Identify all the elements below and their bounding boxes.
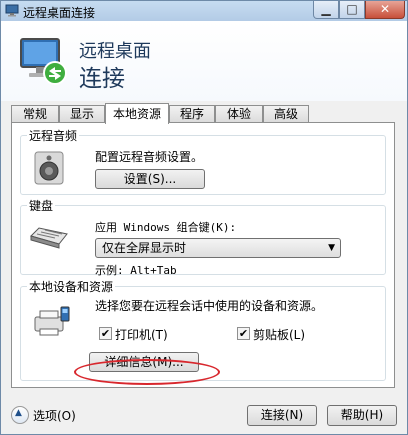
local-devices-description: 选择您要在远程会话中使用的设备和资源。 <box>95 299 324 313</box>
close-button[interactable]: ✕ <box>365 1 405 19</box>
remote-audio-group: 远程音频 配置远程音频设置。 设置(S)... <box>20 127 386 195</box>
checkmark-icon: ✔ <box>238 327 249 340</box>
options-toggle[interactable]: ▲ <box>11 406 29 424</box>
local-resources-panel: 远程音频 配置远程音频设置。 设置(S)... 键盘 应用 Windows 组合… <box>11 122 395 388</box>
dropdown-arrow-icon: ▼ <box>328 243 335 253</box>
clipboard-label: 剪贴板(L) <box>253 328 306 342</box>
maximize-button[interactable]: □ <box>339 1 365 19</box>
close-icon: ✕ <box>379 2 391 16</box>
remote-desktop-window: 远程桌面连接 ▁ □ ✕ 远程桌面 连接 常规 显示 本地资源 程序 体验 高级… <box>0 0 408 435</box>
local-devices-group-label: 本地设备和资源 <box>27 278 116 295</box>
tab-label: 常规 <box>22 107 47 121</box>
chevron-up-icon: ▲ <box>15 408 22 418</box>
details-button[interactable]: 详细信息(M)... <box>89 352 199 372</box>
tab-general[interactable]: 常规 <box>11 105 59 122</box>
tab-label: 高级 <box>273 107 298 121</box>
tab-label: 显示 <box>69 107 94 121</box>
connect-button[interactable]: 连接(N) <box>247 405 317 426</box>
tab-label: 程序 <box>179 107 204 121</box>
keyboard-example: 示例: Alt+Tab <box>95 264 177 277</box>
details-button-label: 详细信息(M)... <box>104 355 184 369</box>
help-button-label: 帮助(H) <box>340 408 384 422</box>
speaker-icon <box>34 151 64 185</box>
keyboard-group: 键盘 应用 Windows 组合键(K): 仅在全屏显示时 ▼ 示例: Alt+… <box>20 197 386 277</box>
title-bar[interactable]: 远程桌面连接 ▁ □ ✕ <box>1 1 407 21</box>
minimize-button[interactable]: ▁ <box>313 1 339 19</box>
keyboard-combo-value: 仅在全屏显示时 <box>102 241 187 255</box>
tab-experience[interactable]: 体验 <box>215 105 263 122</box>
tab-display[interactable]: 显示 <box>59 105 105 122</box>
help-button[interactable]: 帮助(H) <box>327 405 397 426</box>
window-title: 远程桌面连接 <box>23 6 96 20</box>
connect-button-label: 连接(N) <box>260 408 304 422</box>
printer-label: 打印机(T) <box>115 328 168 342</box>
tab-label: 体验 <box>226 107 251 121</box>
printer-checkbox[interactable]: ✔ <box>99 327 112 340</box>
keyboard-icon <box>30 227 68 249</box>
remote-audio-group-label: 远程音频 <box>27 127 80 144</box>
clipboard-checkbox[interactable]: ✔ <box>237 327 250 340</box>
remote-audio-description: 配置远程音频设置。 <box>95 150 204 164</box>
header-title: 连接 <box>79 66 125 92</box>
maximize-icon: □ <box>346 2 358 16</box>
tab-label: 本地资源 <box>112 107 161 121</box>
keyboard-description: 应用 Windows 组合键(K): <box>95 221 237 234</box>
checkmark-icon: ✔ <box>100 327 111 340</box>
keyboard-group-label: 键盘 <box>27 197 56 214</box>
options-label[interactable]: 选项(O) <box>33 407 76 424</box>
remote-desktop-monitor-icon <box>20 38 67 85</box>
remote-desktop-app-icon <box>5 4 19 17</box>
devices-icon <box>34 306 70 336</box>
tab-local-resources[interactable]: 本地资源 <box>105 103 169 124</box>
tab-programs[interactable]: 程序 <box>169 105 215 122</box>
minimize-icon: ▁ <box>321 2 331 16</box>
tab-advanced[interactable]: 高级 <box>263 105 309 122</box>
local-devices-group: 本地设备和资源 选择您要在远程会话中使用的设备和资源。 ✔ 打印机(T) ✔ 剪… <box>20 278 386 381</box>
audio-settings-button-label: 设置(S)... <box>123 172 177 186</box>
keyboard-combo-select[interactable]: 仅在全屏显示时 ▼ <box>95 238 341 258</box>
header-banner: 远程桌面 连接 <box>1 21 407 101</box>
audio-settings-button[interactable]: 设置(S)... <box>95 169 205 189</box>
